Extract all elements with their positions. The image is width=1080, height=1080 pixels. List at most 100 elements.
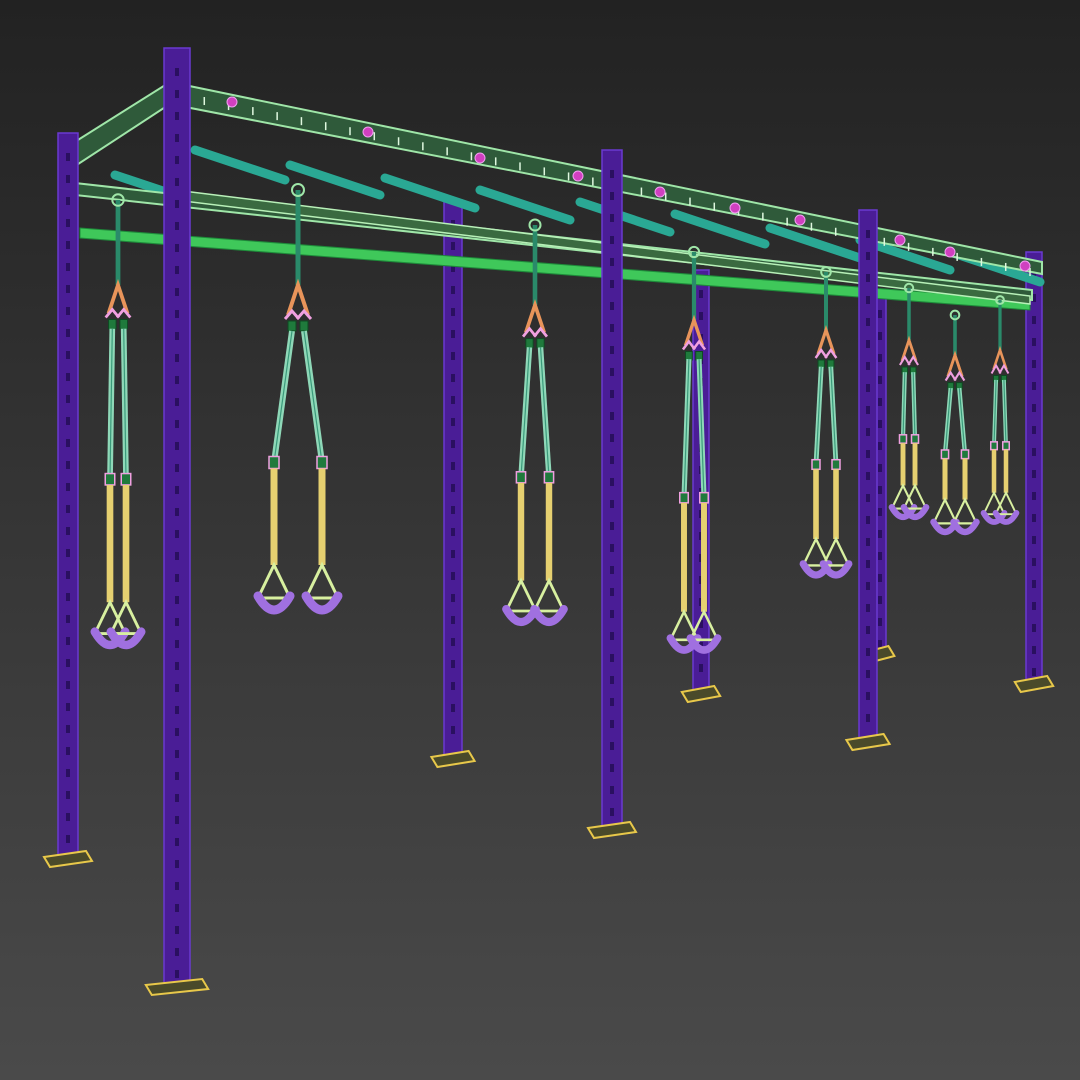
post-hole (175, 420, 179, 428)
post-hole (1032, 426, 1036, 434)
post-hole (878, 486, 882, 494)
post-hole (175, 134, 179, 142)
post-hole (175, 662, 179, 670)
post-hole (699, 664, 703, 672)
post-body (443, 199, 463, 758)
bolt (654, 186, 666, 198)
post-hole (66, 285, 70, 293)
post-hole (878, 398, 882, 406)
post-hole (1032, 558, 1036, 566)
post-hole (1032, 470, 1036, 478)
mid-buckle (104, 472, 116, 486)
post-hole (451, 616, 455, 624)
post-hole (175, 464, 179, 472)
post-hole (1032, 624, 1036, 632)
post-hole (175, 178, 179, 186)
bolt (362, 126, 374, 138)
post-hole (175, 618, 179, 626)
post-hole (66, 593, 70, 601)
post-hole (175, 486, 179, 494)
post-hole (451, 572, 455, 580)
post-hole (610, 368, 614, 376)
post-hole (66, 329, 70, 337)
post-hole (610, 192, 614, 200)
post-hole (66, 835, 70, 843)
mid-buckle (120, 472, 132, 486)
post-hole (175, 772, 179, 780)
post-hole (699, 290, 703, 298)
bolt (1019, 260, 1031, 272)
post-hole (66, 505, 70, 513)
bolt (474, 152, 486, 164)
mid-buckle (543, 471, 555, 484)
post-hole (175, 640, 179, 648)
post-hole (66, 527, 70, 535)
post-hole (451, 374, 455, 382)
post-hole (175, 684, 179, 692)
post-hole (175, 156, 179, 164)
post-hole (66, 175, 70, 183)
post-hole (610, 346, 614, 354)
post-hole (1032, 448, 1036, 456)
post-hole (451, 528, 455, 536)
post-hole (610, 742, 614, 750)
post-hole (451, 396, 455, 404)
post-hole (866, 560, 870, 568)
post-hole (610, 258, 614, 266)
post-hole (878, 442, 882, 450)
post-hole (66, 725, 70, 733)
mid-buckle (811, 458, 821, 471)
post-hole (175, 904, 179, 912)
post-hole (66, 637, 70, 645)
post-hole (610, 610, 614, 618)
post-hole (610, 544, 614, 552)
post-hole (66, 461, 70, 469)
post-hole (175, 266, 179, 274)
post-hole (175, 552, 179, 560)
post-hole (878, 464, 882, 472)
post-hole (610, 676, 614, 684)
mid-buckle (990, 441, 998, 451)
post-hole (610, 434, 614, 442)
post-hole (610, 500, 614, 508)
post-hole (878, 376, 882, 384)
post-hole (1032, 316, 1036, 324)
post-hole (878, 618, 882, 626)
bolt (226, 96, 238, 108)
post-hole (878, 310, 882, 318)
post-hole (610, 302, 614, 310)
post-hole (1032, 492, 1036, 500)
post-hole (610, 808, 614, 816)
post-hole (451, 506, 455, 514)
post-hole (175, 398, 179, 406)
post-hole (610, 786, 614, 794)
mid-buckle (940, 449, 950, 460)
strap-buckle (119, 319, 129, 330)
mid-buckle (960, 449, 970, 460)
post-hole (451, 726, 455, 734)
post-hole (866, 604, 870, 612)
bolt (894, 234, 906, 246)
post-hole (451, 440, 455, 448)
post-hole (1032, 404, 1036, 412)
post-hole (1032, 602, 1036, 610)
mid-buckle (316, 455, 328, 470)
strap-buckle (287, 320, 297, 332)
post-hole (1032, 580, 1036, 588)
post-hole (866, 252, 870, 260)
post-hole (866, 296, 870, 304)
mid-buckle (910, 434, 920, 444)
post-hole (451, 286, 455, 294)
post-hole (451, 704, 455, 712)
post-hole (175, 728, 179, 736)
post-hole (451, 550, 455, 558)
post-hole (610, 632, 614, 640)
post-hole (699, 312, 703, 320)
post-hole (866, 318, 870, 326)
post-hole (66, 659, 70, 667)
post-hole (451, 638, 455, 646)
mid-buckle (1002, 441, 1010, 451)
render-viewport (0, 0, 1080, 1080)
bolt (729, 202, 741, 214)
mid-buckle (679, 491, 689, 504)
